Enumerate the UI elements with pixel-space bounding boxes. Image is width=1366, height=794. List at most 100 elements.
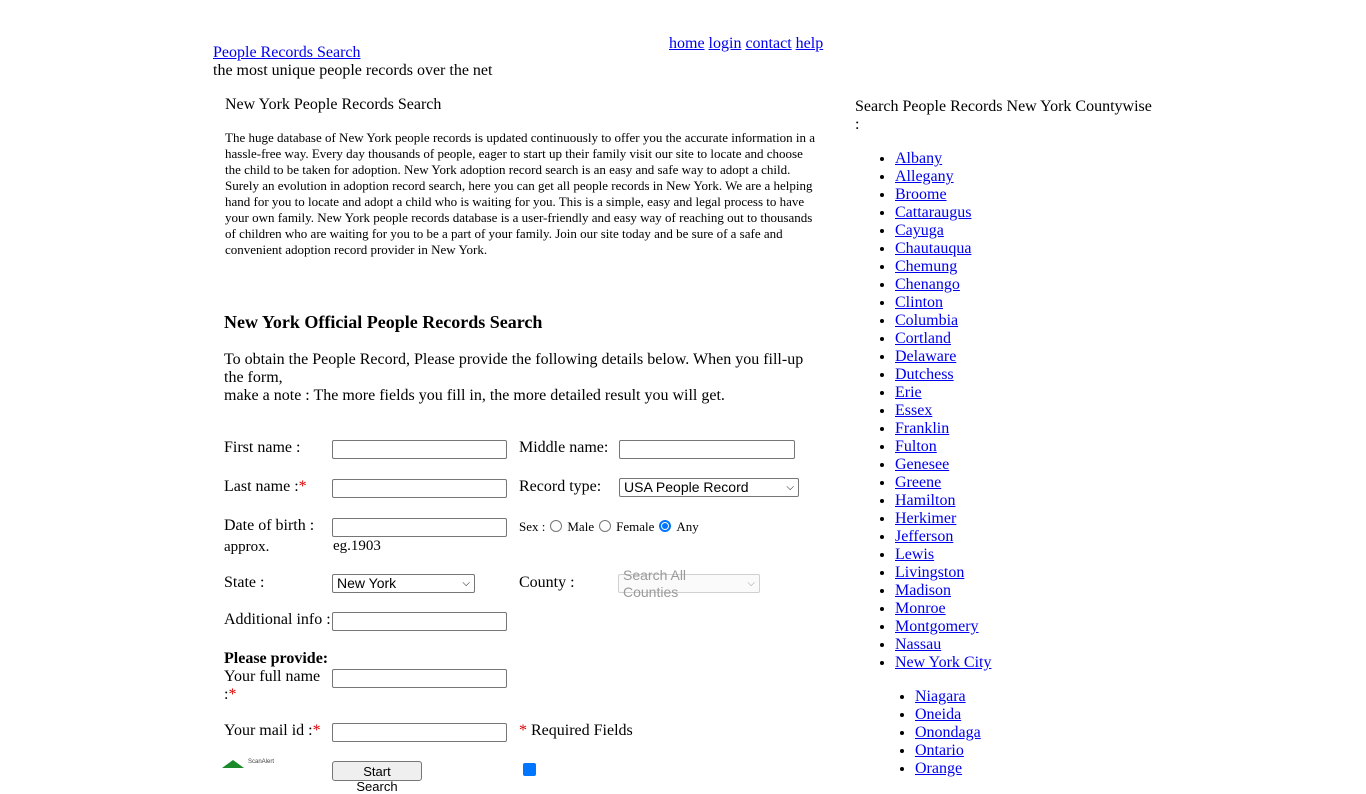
county-item: Livingston [895,564,991,582]
county-link[interactable]: Allegany [895,168,954,185]
state-select[interactable]: New York ⌵ [332,574,475,593]
instructions-line-2: make a note : The more fields you fill i… [224,387,725,404]
mail-input[interactable] [332,723,507,742]
sex-female-radio[interactable] [599,520,612,532]
county-item: Cortland [895,330,991,348]
county-link[interactable]: New York City [895,654,991,671]
sex-label: Sex : [519,519,546,534]
county-item: Franklin [895,420,991,438]
site-tagline: the most unique people records over the … [213,62,493,79]
county-link[interactable]: Ontario [915,742,964,759]
county-link[interactable]: Orange [915,760,962,777]
sex-radio-group: Sex : Male Female Any [519,519,699,535]
county-link[interactable]: Genesee [895,456,949,473]
nav-help-link[interactable]: help [796,35,824,52]
last-name-label: Last name :* [224,478,307,495]
county-item: Broome [895,186,991,204]
county-item: Jefferson [895,528,991,546]
full-name-input[interactable] [332,669,507,688]
county-link[interactable]: Dutchess [895,366,954,383]
sex-male-label: Male [567,519,595,534]
record-type-select[interactable]: USA People Record ⌵ [619,478,799,497]
county-link[interactable]: Erie [895,384,922,401]
dob-sublabel: approx. [224,539,270,555]
full-name-label-suffix: :* [224,686,237,703]
county-link[interactable]: Chautauqua [895,240,971,257]
last-name-input[interactable] [332,479,507,498]
county-item: Erie [895,384,991,402]
please-provide-heading: Please provide: [224,650,329,667]
nav-login-link[interactable]: login [709,35,742,52]
county-link[interactable]: Clinton [895,294,943,311]
county-item: Delaware [895,348,991,366]
county-link[interactable]: Delaware [895,348,956,365]
record-type-value: USA People Record [624,479,749,495]
county-link[interactable]: Herkimer [895,510,956,527]
county-item: Allegany [895,168,991,186]
county-link[interactable]: Broome [895,186,947,203]
required-asterisk: * [228,686,237,703]
dob-input[interactable] [332,518,507,537]
county-item: Chenango [895,276,991,294]
first-name-input[interactable] [332,440,507,459]
county-item: Madison [895,582,991,600]
instructions-line-1: To obtain the People Record, Please prov… [224,351,804,386]
nav-contact-link[interactable]: contact [745,35,791,52]
county-link[interactable]: Lewis [895,546,934,563]
middle-name-input[interactable] [619,440,795,459]
county-link[interactable]: Essex [895,402,932,419]
county-list-nested: Niagara Oneida Onondaga Ontario Orange [915,688,981,778]
county-link[interactable]: Hamilton [895,492,955,509]
county-link[interactable]: Niagara [915,688,966,705]
additional-info-label: Additional info : [224,611,331,628]
county-item: Hamilton [895,492,991,510]
dob-label: Date of birth : [224,517,315,534]
chevron-down-icon: ⌵ [462,578,470,589]
county-link[interactable]: Nassau [895,636,941,653]
county-link[interactable]: Cayuga [895,222,944,239]
county-link[interactable]: Chemung [895,258,957,275]
county-item: Cayuga [895,222,991,240]
county-link[interactable]: Fulton [895,438,937,455]
required-fields-note: * Required Fields [519,722,633,739]
middle-name-label: Middle name: [519,439,609,456]
county-item: Columbia [895,312,991,330]
chevron-down-icon: ⌵ [786,482,794,493]
county-item: Clinton [895,294,991,312]
form-title: New York Official People Records Search [224,312,543,332]
county-item: Fulton [895,438,991,456]
county-link[interactable]: Chenango [895,276,960,293]
county-select[interactable]: Search All Counties ⌵ [618,567,760,600]
county-link[interactable]: Albany [895,150,942,167]
sex-any-label: Any [676,519,699,534]
county-link[interactable]: Greene [895,474,941,491]
form-instructions: To obtain the People Record, Please prov… [224,351,804,405]
county-item: Genesee [895,456,991,474]
county-link[interactable]: Madison [895,582,951,599]
county-link[interactable]: Montgomery [895,618,979,635]
county-link[interactable]: Onondaga [915,724,981,741]
required-asterisk: * [298,478,307,495]
county-item: Nassau [895,636,991,654]
county-link[interactable]: Franklin [895,420,949,437]
county-link[interactable]: Jefferson [895,528,953,545]
chevron-down-icon: ⌵ [747,578,755,589]
agree-checkbox[interactable] [523,763,536,776]
sex-male-radio[interactable] [550,520,563,532]
county-link[interactable]: Cortland [895,330,951,347]
additional-info-input[interactable] [332,612,507,631]
county-link[interactable]: Columbia [895,312,958,329]
site-title-link[interactable]: People Records Search [213,44,361,62]
county-item: Albany [895,150,991,168]
county-link[interactable]: Monroe [895,600,946,617]
county-link[interactable]: Livingston [895,564,964,581]
county-item: Herkimer [895,510,991,528]
required-asterisk: * [312,722,321,739]
county-link[interactable]: Oneida [915,706,961,723]
county-label: County : [519,574,575,591]
shield-icon [222,760,244,768]
nav-home-link[interactable]: home [669,35,705,52]
sex-any-radio[interactable] [659,520,672,532]
start-search-button[interactable]: Start Search [332,761,422,794]
county-link[interactable]: Cattaraugus [895,204,971,221]
